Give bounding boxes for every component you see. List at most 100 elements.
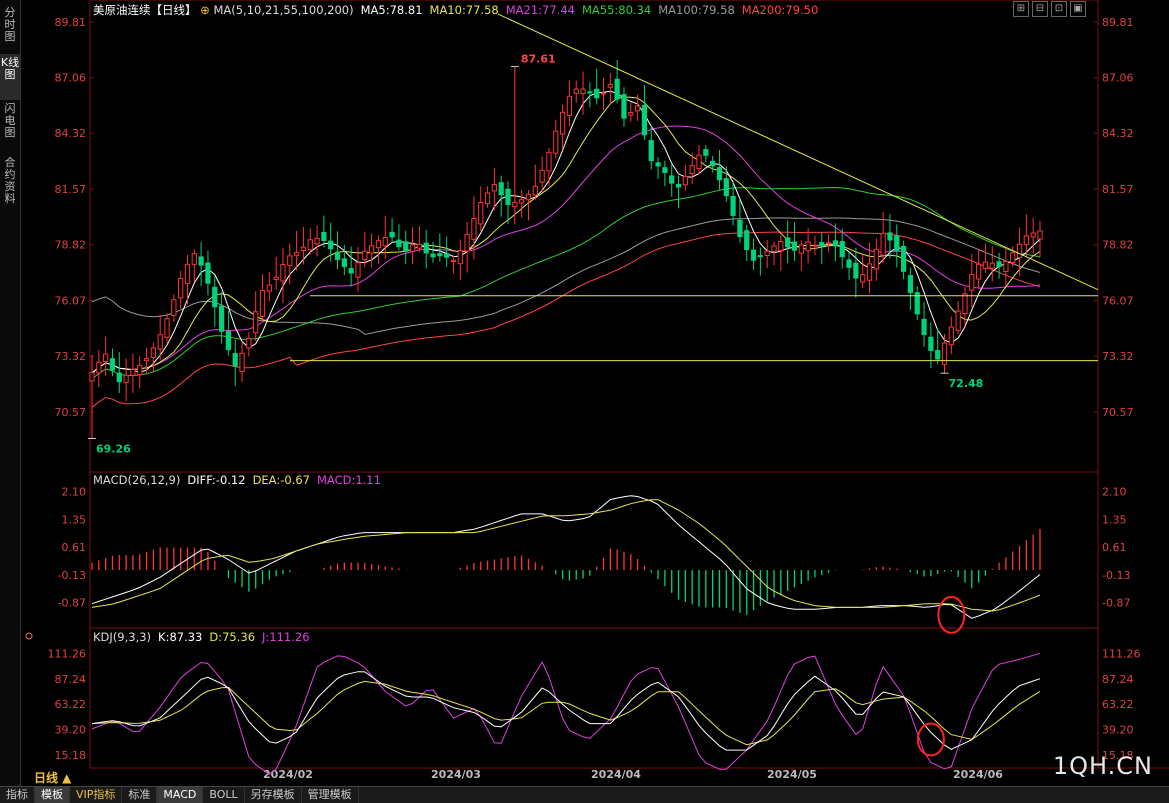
dea-line	[91, 499, 1041, 612]
tab-2[interactable]: 闪电图	[0, 100, 20, 150]
candle-body	[785, 237, 791, 248]
candle-body	[505, 188, 511, 205]
candle-body	[178, 277, 184, 299]
candle-body	[819, 242, 825, 247]
candle-body	[498, 182, 504, 196]
candle-body	[553, 130, 559, 154]
candle-body	[860, 274, 866, 283]
candle-body	[225, 330, 232, 351]
chart-canvas[interactable]: 89.81 89.81 87.06 87.06 84.32 84.32 81.57 81.57…	[0, 0, 1169, 786]
y-tick-left: 2.10	[62, 485, 87, 498]
toolbar-item-2[interactable]: VIP指标	[70, 787, 123, 803]
candle	[130, 353, 136, 393]
candle-body	[723, 178, 729, 197]
tab-0[interactable]: 分时图	[0, 4, 20, 50]
candle	[546, 147, 552, 187]
zoom-out-icon[interactable]: ⊟	[1032, 1, 1048, 17]
candle	[580, 71, 586, 115]
legend-item: MA(5,10,21,55,100,200)	[213, 3, 353, 17]
candle	[791, 222, 798, 261]
candle	[982, 243, 989, 273]
candle-body	[137, 364, 143, 376]
legend-1: MACD(26,12,9) DIFF:-0.12 DEA:-0.67 MACD:1.1…	[93, 473, 381, 487]
candle-body	[757, 255, 763, 258]
candle	[512, 66, 518, 225]
y-tick-right: -0.13	[1102, 569, 1130, 582]
toolbar-item-7[interactable]: 管理模板	[302, 787, 359, 803]
candle	[150, 342, 156, 373]
legend-title: 美原油连续【日线】	[93, 3, 197, 17]
candle	[409, 227, 416, 265]
y-tick-left: 15.18	[55, 749, 87, 762]
candle-body	[430, 253, 436, 258]
candle	[928, 322, 934, 369]
candle	[553, 119, 559, 159]
y-tick-left: 78.82	[55, 239, 87, 252]
candle	[900, 240, 907, 280]
toolbar-item-3[interactable]: 标准	[122, 787, 158, 803]
fullscreen-icon[interactable]: ⊡	[1051, 1, 1067, 17]
ma200-line	[91, 231, 1041, 408]
y-tick-left: 1.35	[62, 514, 87, 527]
toolbar-item-0[interactable]: 指标	[0, 787, 35, 803]
tab-1[interactable]: K线图	[0, 54, 20, 100]
toolbar-item-6[interactable]: 另存模板	[245, 787, 302, 803]
candle-body	[246, 337, 252, 349]
toolbar-item-1[interactable]: 模板	[35, 787, 70, 803]
legend-item: K:87.33	[158, 630, 202, 644]
y-tick-right: 39.20	[1102, 724, 1134, 737]
legend-item: KDJ(9,3,3)	[93, 630, 151, 644]
candle-body	[253, 311, 259, 334]
candle-body	[894, 235, 900, 252]
candle	[123, 358, 129, 402]
candle	[321, 215, 327, 248]
candle	[1016, 227, 1023, 276]
legend-2: KDJ(9,3,3) K:87.33 D:75.36 J:111.26	[93, 630, 310, 644]
candle-body	[328, 240, 334, 250]
candle	[594, 68, 600, 105]
candle-body	[955, 310, 961, 331]
candle-body	[437, 253, 443, 257]
legend-item: DEA:-0.67	[253, 473, 310, 487]
candle-body	[293, 252, 300, 256]
candle-body	[982, 261, 989, 269]
candle	[137, 356, 143, 389]
toolbar-item-5[interactable]: BOLL	[203, 787, 245, 803]
tab-3[interactable]: 合约资料	[0, 154, 20, 212]
candle-body	[812, 244, 818, 247]
y-tick-right: 87.24	[1102, 673, 1134, 686]
candle-body	[873, 248, 879, 270]
candle	[389, 218, 395, 243]
legend-item: MA21:77.44	[506, 3, 575, 17]
legend-item: MA10:77.58	[430, 3, 499, 17]
layout-icon[interactable]: ▣	[1070, 1, 1086, 17]
candle	[184, 254, 191, 305]
candle-body	[996, 261, 1002, 267]
candle-body	[369, 245, 375, 254]
candle-body	[587, 91, 593, 94]
candle	[225, 310, 232, 356]
candle-body	[478, 202, 484, 225]
candle-body	[853, 262, 859, 279]
period-label[interactable]: 日线 ▲	[34, 769, 71, 786]
candle	[989, 246, 995, 282]
y-tick-right: 87.06	[1102, 72, 1134, 85]
candle	[996, 252, 1002, 279]
legend-0: 美原油连续【日线】 ⊕ MA(5,10,21,55,100,200) MA5:78…	[93, 3, 818, 17]
candle	[293, 230, 300, 271]
candle-body	[471, 217, 477, 240]
candle	[171, 294, 177, 322]
candle	[710, 156, 716, 173]
candle-body	[989, 262, 995, 269]
candle-body	[846, 259, 852, 268]
candle-body	[628, 112, 634, 116]
candle	[403, 230, 409, 265]
candle-body	[825, 242, 832, 245]
toolbar-item-4[interactable]: MACD	[157, 787, 204, 803]
candle	[478, 186, 484, 232]
candle-body	[710, 160, 716, 167]
y-tick-left: 87.06	[55, 72, 87, 85]
zoom-in-icon[interactable]: ⊞	[1013, 1, 1029, 17]
candle	[662, 160, 668, 187]
candle-body	[280, 263, 286, 282]
